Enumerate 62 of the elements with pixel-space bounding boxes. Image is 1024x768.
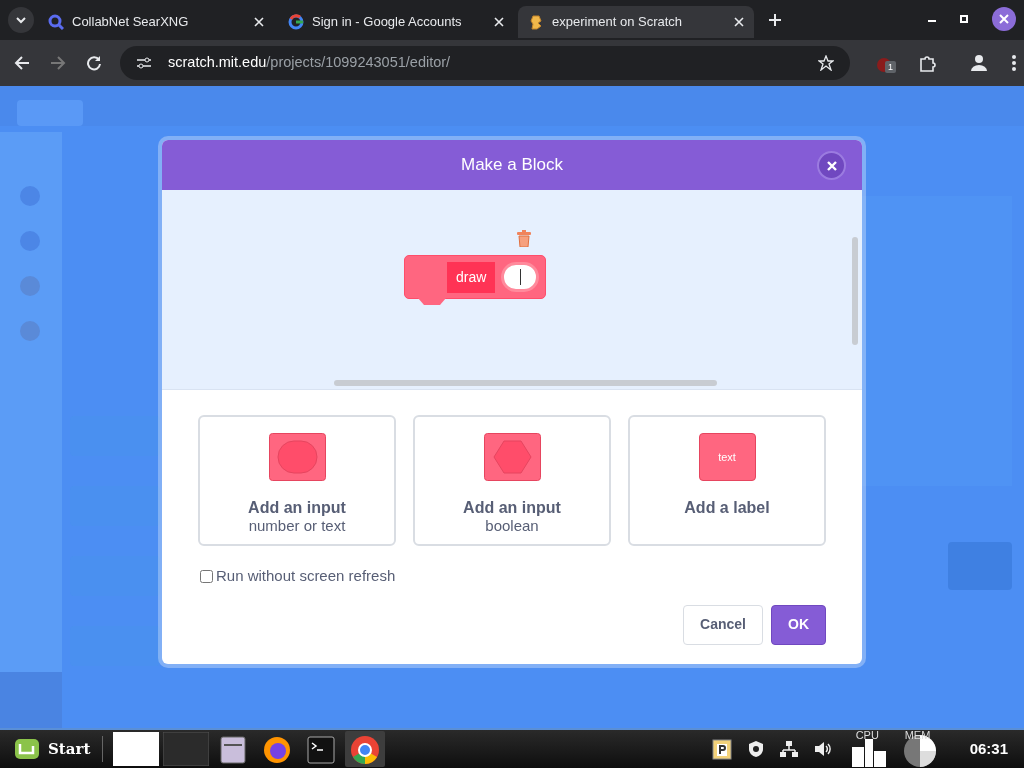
cpu-label: CPU	[855, 728, 879, 743]
option-subtitle: number or text	[248, 517, 346, 535]
extension-badge: 1	[885, 61, 896, 73]
address-bar[interactable]: scratch.mit.edu/projects/1099243051/editor/	[120, 46, 850, 80]
star-icon[interactable]	[818, 55, 834, 71]
memory-label: MEM	[904, 728, 931, 743]
block-label-field[interactable]: draw	[447, 261, 496, 293]
option-title: Add an input	[248, 499, 346, 517]
scrollbar[interactable]	[852, 237, 858, 345]
cat-icon	[528, 14, 544, 30]
close-button[interactable]	[817, 151, 846, 180]
scrollbar[interactable]	[334, 380, 717, 386]
close-icon[interactable]	[992, 7, 1016, 31]
trash-icon[interactable]	[516, 230, 532, 247]
taskbar-app-button[interactable]	[345, 731, 386, 767]
cancel-button[interactable]: Cancel	[683, 604, 763, 645]
option-card[interactable]: Add an input boolean	[413, 415, 611, 546]
search-icon	[48, 14, 64, 30]
tab-title: experiment on Scratch	[552, 13, 684, 32]
volume-icon[interactable]	[813, 741, 832, 757]
network-icon[interactable]	[779, 741, 798, 757]
dialog-title: Make a Block	[460, 154, 563, 177]
start-button[interactable]: Start	[8, 736, 97, 762]
tab-title: Sign in - Google Accounts	[312, 13, 463, 32]
reload-icon[interactable]	[86, 55, 102, 71]
option-subtitle: boolean	[485, 517, 539, 535]
close-icon[interactable]	[254, 17, 264, 27]
taskbar-app-button[interactable]	[113, 731, 160, 767]
browser-tab[interactable]: CollabNet SearXNG	[38, 6, 274, 38]
site-info-icon[interactable]	[136, 56, 152, 70]
close-icon[interactable]	[494, 17, 504, 27]
extensions-icon[interactable]	[918, 54, 936, 72]
browser-tab[interactable]: Sign in - Google Accounts	[278, 6, 514, 38]
forward-icon	[50, 55, 66, 71]
checkbox-label[interactable]: Run without screen refresh	[216, 565, 396, 588]
maximize-icon[interactable]	[960, 15, 968, 23]
checkbox[interactable]	[200, 569, 213, 583]
tab-list-button[interactable]	[8, 7, 34, 33]
option-card[interactable]: text Add a label	[628, 415, 826, 546]
cpu-graph-drawing	[851, 739, 886, 767]
clipboard-icon[interactable]	[711, 738, 732, 760]
diamond-input-icon	[483, 433, 541, 481]
clock: 06:31	[969, 738, 1008, 759]
profile-icon[interactable]	[970, 54, 988, 72]
round-input-icon	[268, 433, 326, 481]
mint-logo-icon	[14, 737, 40, 761]
menu-icon[interactable]	[1012, 55, 1016, 71]
input-slot[interactable]	[501, 262, 540, 292]
option-card[interactable]: Add an input number or text	[198, 415, 396, 546]
browser-tab[interactable]: experiment on Scratch	[518, 6, 754, 38]
new-tab-icon[interactable]	[768, 13, 782, 27]
google-icon	[288, 14, 304, 30]
close-icon[interactable]	[734, 17, 744, 27]
label-chip-icon: text	[698, 433, 756, 481]
option-title: Add a label	[684, 499, 770, 517]
back-icon[interactable]	[14, 55, 30, 71]
close-icon	[826, 160, 837, 171]
tab-title: CollabNet SearXNG	[72, 13, 190, 32]
extension-button[interactable]: 1	[876, 52, 898, 74]
option-title: Add an input	[463, 499, 561, 517]
url-text: scratch.mit.edu/projects/1099243051/editor/	[168, 53, 452, 73]
ok-button[interactable]: OK	[771, 604, 826, 645]
